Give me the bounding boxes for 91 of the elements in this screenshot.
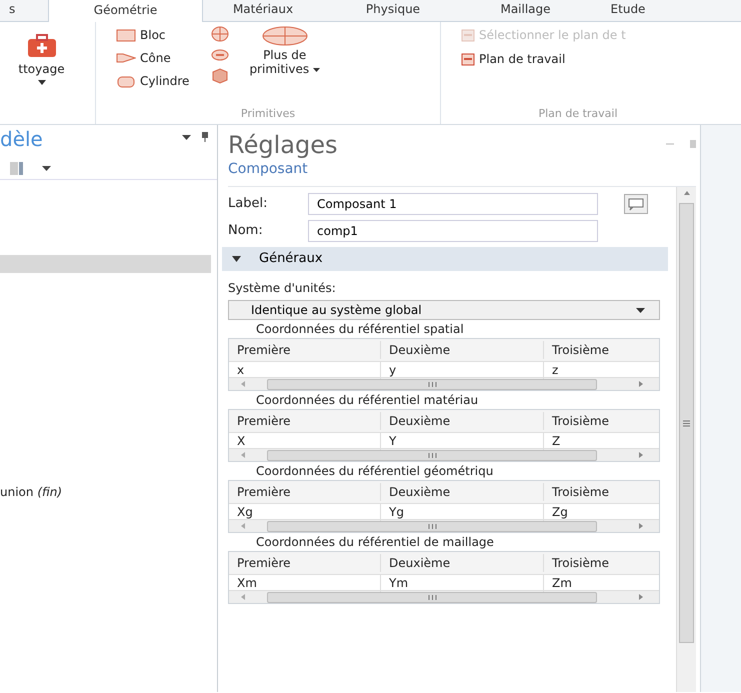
horizontal-scrollbar[interactable] — [229, 519, 659, 532]
column-header: Troisième — [551, 555, 610, 572]
column-header: Troisième — [551, 342, 610, 359]
ribbon-tab[interactable]: s — [0, 0, 48, 21]
table-cell-text: Z — [551, 432, 562, 450]
ribbon-tab[interactable]: Géométrie — [48, 0, 203, 22]
column-header: Deuxième — [381, 483, 544, 501]
caret-icon — [636, 308, 645, 312]
ribbon-tab[interactable]: Maillage — [463, 0, 588, 21]
scroll-left-icon — [241, 594, 245, 600]
minimize-icon — [666, 143, 674, 146]
scrollbar-thumb[interactable] — [679, 203, 694, 643]
group-label: Plan de travail — [537, 106, 619, 122]
text-field[interactable]: Composant 1 — [308, 193, 598, 215]
work-plane-icon — [461, 52, 475, 66]
group-label: Primitives — [240, 106, 296, 122]
primitive-button[interactable]: Bloc — [116, 26, 190, 44]
grip-icon — [428, 452, 436, 458]
caret-icon — [312, 68, 320, 72]
horizontal-scrollbar[interactable] — [229, 377, 659, 390]
tree-row[interactable] — [0, 255, 211, 273]
work-plane-icon — [461, 28, 475, 42]
caret-icon — [38, 80, 46, 85]
more-primitives-button[interactable]: Plus de primitives — [249, 26, 320, 90]
column-header: Première — [229, 341, 381, 359]
grip-icon — [428, 594, 436, 600]
table-title: Coordonnées du référentiel spatial — [255, 321, 465, 338]
panel-title: dèle — [0, 127, 43, 151]
table-cell-text: Zm — [551, 574, 573, 592]
panel-subtitle: Composant — [228, 160, 309, 179]
pin-icon — [201, 132, 209, 142]
column-header: Troisième — [551, 413, 610, 430]
field-label: Système d'unités: — [228, 280, 337, 297]
scroll-right-icon — [639, 381, 643, 387]
grip-icon — [428, 382, 436, 386]
field-label: Label: — [228, 195, 268, 214]
pin-icon — [690, 140, 696, 148]
columns-icon — [10, 162, 24, 174]
column-header: Troisième — [551, 484, 610, 501]
caret-icon — [42, 166, 51, 170]
column-header: Première — [229, 483, 381, 501]
column-header: Deuxième — [381, 341, 544, 359]
ellipsoid-icon — [262, 26, 308, 46]
scrollbar-thumb[interactable] — [267, 592, 597, 602]
table-title: Coordonnées du référentiel matériau — [255, 392, 480, 409]
table-title: Coordonnées du référentiel de maillage — [255, 534, 495, 551]
torus-icon — [211, 48, 230, 62]
tree-row[interactable]: union (fin) — [0, 483, 211, 501]
scroll-up-icon — [684, 191, 690, 195]
grip-icon — [683, 420, 690, 426]
scroll-left-icon — [241, 523, 245, 529]
scroll-right-icon — [639, 523, 643, 529]
ribbon-tab[interactable]: Matériaux — [203, 0, 323, 21]
scroll-left-icon — [241, 381, 245, 387]
cleanup-button[interactable]: ttoyage — [18, 34, 65, 85]
comment-icon — [624, 194, 648, 214]
horizontal-scrollbar[interactable] — [229, 590, 659, 603]
caret-down-icon — [232, 256, 241, 262]
text-field[interactable]: comp1 — [308, 220, 598, 242]
section-header[interactable]: Généraux — [222, 247, 668, 271]
ribbon-tab[interactable]: Etude — [588, 0, 668, 21]
workplane-button[interactable]: Plan de travail — [461, 50, 735, 68]
unit-system-select[interactable]: Identique au système global — [228, 300, 660, 320]
vertical-scrollbar[interactable] — [676, 187, 696, 692]
horizontal-scrollbar[interactable] — [229, 448, 659, 461]
toolbox-icon — [26, 34, 56, 58]
grip-icon — [428, 524, 436, 528]
scroll-left-icon — [241, 452, 245, 458]
cylinder-icon — [116, 74, 136, 88]
column-header: Première — [229, 554, 381, 572]
block-icon — [116, 28, 136, 42]
scrollbar-thumb[interactable] — [267, 378, 597, 390]
table-title: Coordonnées du référentiel géométriqu — [255, 463, 494, 480]
sphere-icon — [211, 26, 230, 42]
primitive-button[interactable]: Cône — [116, 49, 190, 67]
column-header: Deuxième — [381, 554, 544, 572]
field-label: Nom: — [228, 222, 264, 240]
table-cell-text: Zg — [551, 504, 569, 520]
scrollbar-thumb[interactable] — [267, 520, 597, 532]
ribbon-tab[interactable]: Physique — [323, 0, 463, 21]
scroll-right-icon — [639, 452, 643, 458]
cone-icon — [116, 50, 136, 66]
column-header: Deuxième — [381, 412, 544, 430]
table-cell-text: z — [551, 362, 560, 378]
scrollbar-thumb[interactable] — [267, 450, 597, 460]
caret-icon — [182, 135, 191, 140]
scroll-right-icon — [639, 594, 643, 600]
panel-title: Réglages — [228, 131, 338, 159]
column-header: Première — [229, 412, 381, 430]
polyhedron-icon — [211, 68, 230, 84]
primitive-button[interactable]: Cylindre — [116, 72, 190, 90]
